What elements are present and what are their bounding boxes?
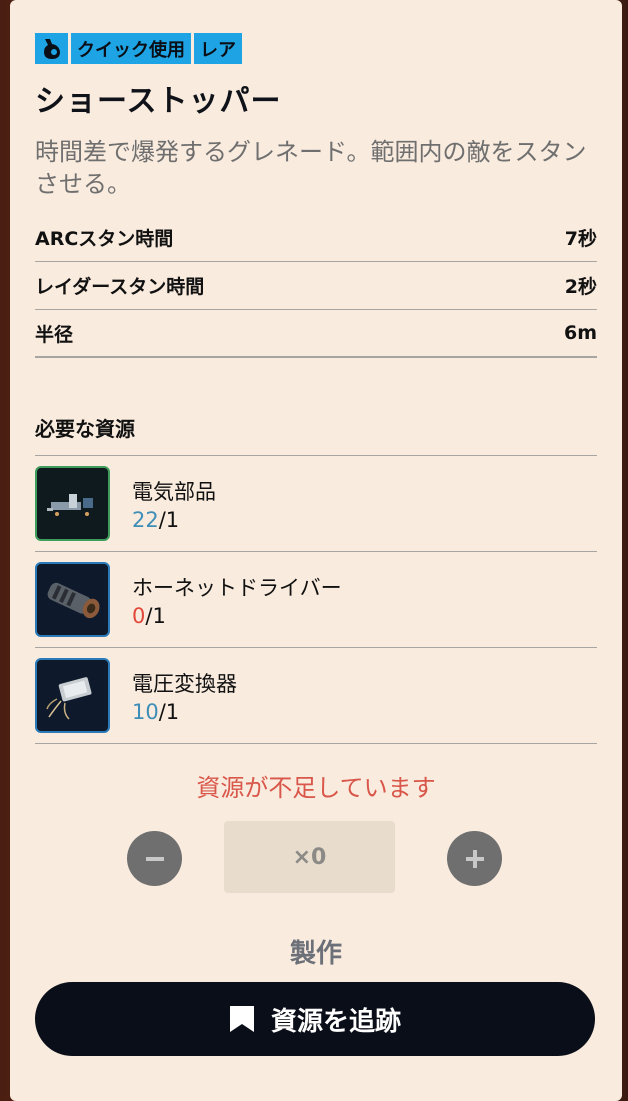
resource-quantity: 22/1 [132,507,180,532]
stat-label: ARCスタン時間 [35,228,174,250]
resource-quantity: 0/1 [132,603,166,628]
minus-icon [145,856,164,861]
stat-label: 半径 [35,323,74,346]
stat-row: ARCスタン時間 7秒 [35,214,597,262]
track-resources-button[interactable]: 資源を追跡 [35,982,595,1056]
resource-name: 電圧変換器 [132,671,237,696]
stat-value: 6m [563,322,597,344]
resource-name: ホーネットドライバー [132,575,342,600]
resource-quantity: 10/1 [132,699,180,724]
voltage-converter-icon [35,658,110,733]
quantity-field[interactable]: ×0 [224,821,395,893]
resource-name: 電気部品 [132,479,216,504]
item-detail-panel: クイック使用 レア ショーストッパー 時間差で爆発するグレネード。範囲内の敵をス… [10,0,622,1101]
resource-row[interactable]: 電気部品 22/1 [35,456,597,552]
rarity-tag: レア [194,33,242,64]
resource-row[interactable]: ホーネットドライバー 0/1 [35,552,597,648]
resource-row[interactable]: 電圧変換器 10/1 [35,648,597,744]
stat-value: 7秒 [564,228,597,250]
hornet-driver-icon [35,562,110,637]
grenade-icon [35,33,68,64]
resources-heading: 必要な資源 [35,414,597,456]
stat-label: レイダースタン時間 [35,276,205,298]
stats-table: ARCスタン時間 7秒 レイダースタン時間 2秒 半径 6m [35,214,597,358]
stat-row: 半径 6m [35,310,597,358]
plus-icon [465,849,484,868]
increase-button[interactable] [447,831,502,886]
decrease-button[interactable] [127,831,182,886]
item-description: 時間差で爆発するグレネード。範囲内の敵をスタンさせる。 [35,138,587,198]
stat-row: レイダースタン時間 2秒 [35,262,597,310]
quick-use-tag: クイック使用 [71,33,191,64]
bookmark-icon [229,1006,254,1032]
craft-button[interactable]: 製作 [35,933,597,970]
stat-value: 2秒 [564,276,597,298]
tag-row: クイック使用 レア [35,33,597,64]
track-resources-label: 資源を追跡 [270,1006,401,1037]
quantity-stepper: ×0 [35,821,597,893]
item-title: ショーストッパー [35,84,282,119]
insufficient-resources-warning: 資源が不足しています [196,774,436,802]
electrical-parts-icon [35,466,110,541]
